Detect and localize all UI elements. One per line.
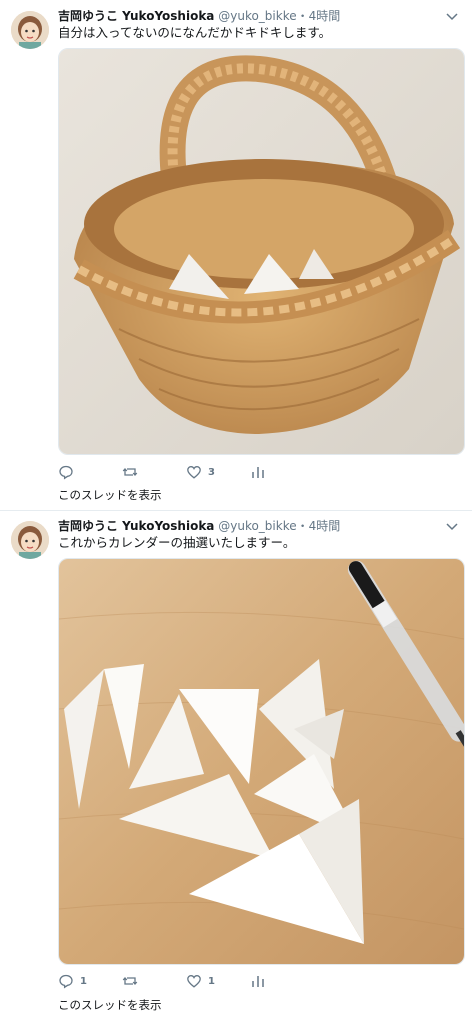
reply-icon	[59, 465, 73, 480]
chevron-down-icon[interactable]	[444, 7, 460, 25]
user-handle[interactable]: @yuko_bikke	[218, 519, 296, 533]
tweet-actions: 1 1	[58, 971, 318, 991]
reply-icon	[59, 974, 73, 989]
analytics-button[interactable]	[250, 462, 266, 482]
tweet-photo[interactable]	[58, 48, 465, 455]
avatar[interactable]	[11, 11, 49, 49]
retweet-button[interactable]	[122, 462, 144, 482]
tweet-text: これからカレンダーの抽選いたしますー。	[58, 535, 296, 550]
timestamp[interactable]: 4時間	[309, 519, 341, 533]
retweet-icon	[122, 977, 138, 985]
separator: ・	[296, 519, 309, 533]
like-count: 1	[208, 975, 215, 987]
display-name[interactable]: 吉岡ゆうこ YukoYoshioka	[58, 519, 214, 533]
display-name[interactable]: 吉岡ゆうこ YukoYoshioka	[58, 9, 214, 23]
reply-button[interactable]: 1	[58, 971, 87, 991]
like-button[interactable]: 1	[186, 971, 215, 991]
tweet-text: 自分は入ってないのになんだかドキドキします。	[58, 25, 332, 40]
avatar[interactable]	[11, 521, 49, 559]
user-handle[interactable]: @yuko_bikke	[218, 9, 296, 23]
timestamp[interactable]: 4時間	[309, 9, 341, 23]
show-thread-link[interactable]: このスレッドを表示	[58, 487, 162, 503]
tweet-header: 吉岡ゆうこ YukoYoshioka @yuko_bikke・4時間	[58, 7, 460, 25]
like-button[interactable]: 3	[186, 462, 215, 482]
heart-icon	[187, 975, 201, 988]
tweet[interactable]: 吉岡ゆうこ YukoYoshioka @yuko_bikke・4時間 自分は入っ…	[0, 0, 472, 511]
analytics-button[interactable]	[250, 971, 266, 991]
analytics-icon	[252, 467, 264, 478]
retweet-icon	[122, 468, 138, 476]
tweet-actions: 3	[58, 462, 318, 482]
chevron-down-icon[interactable]	[444, 517, 460, 535]
reply-button[interactable]	[58, 462, 80, 482]
tweet-photo[interactable]	[58, 558, 465, 965]
like-count: 3	[208, 466, 215, 478]
show-thread-link[interactable]: このスレッドを表示	[58, 997, 162, 1013]
reply-count: 1	[80, 975, 87, 987]
tweet[interactable]: 吉岡ゆうこ YukoYoshioka @yuko_bikke・4時間 これからカ…	[0, 511, 472, 1018]
tweet-header: 吉岡ゆうこ YukoYoshioka @yuko_bikke・4時間	[58, 517, 460, 535]
separator: ・	[296, 9, 309, 23]
retweet-button[interactable]	[122, 971, 144, 991]
analytics-icon	[252, 976, 264, 987]
heart-icon	[187, 466, 201, 479]
